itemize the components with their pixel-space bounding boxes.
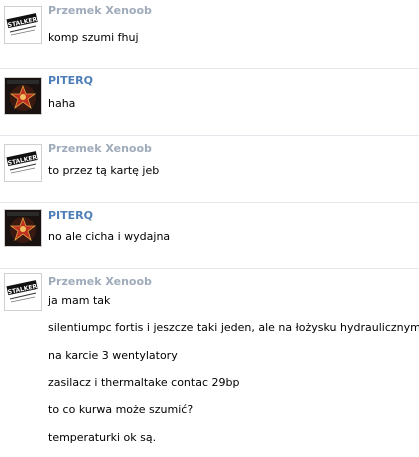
star-emblem-avatar[interactable] bbox=[4, 77, 42, 115]
star-emblem-icon bbox=[5, 210, 41, 246]
star-emblem-icon bbox=[5, 78, 41, 114]
stalker-logo-icon: STALKER bbox=[5, 145, 41, 181]
message-text: silentiumpc fortis i jeszcze taki jeden,… bbox=[48, 321, 419, 334]
chat-history: STALKER Przemek Xenoob komp szumi fhuj P… bbox=[0, 0, 419, 456]
message-text: no ale cicha i wydajna bbox=[48, 230, 171, 243]
message-text: ja mam tak bbox=[48, 294, 111, 307]
message-text: na karcie 3 wentylatory bbox=[48, 349, 178, 362]
message-group: PITERQ no ale cicha i wydajna bbox=[0, 202, 419, 263]
message-text: to przez tą kartę jeb bbox=[48, 164, 160, 177]
message-text: haha bbox=[48, 97, 76, 110]
message-group: STALKER Przemek Xenoob ja mam tak silent… bbox=[0, 268, 419, 457]
sender-name[interactable]: Przemek Xenoob bbox=[48, 4, 152, 17]
sender-name[interactable]: PITERQ bbox=[48, 74, 93, 87]
sender-name[interactable]: Przemek Xenoob bbox=[48, 275, 152, 288]
star-emblem-avatar[interactable] bbox=[4, 209, 42, 247]
message-group: STALKER Przemek Xenoob komp szumi fhuj bbox=[0, 0, 419, 64]
message-group: STALKER Przemek Xenoob to przez tą kartę… bbox=[0, 135, 419, 200]
message-text: zasilacz i thermaltake contac 29bp bbox=[48, 376, 240, 389]
message-text: temperaturki ok są. bbox=[48, 431, 157, 444]
message-text: to co kurwa może szumić? bbox=[48, 403, 194, 416]
message-text: komp szumi fhuj bbox=[48, 31, 139, 44]
stalker-logo-avatar[interactable]: STALKER bbox=[4, 6, 42, 44]
sender-name[interactable]: Przemek Xenoob bbox=[48, 142, 152, 155]
stalker-logo-icon: STALKER bbox=[5, 7, 41, 43]
stalker-logo-avatar[interactable]: STALKER bbox=[4, 144, 42, 182]
stalker-logo-avatar[interactable]: STALKER bbox=[4, 273, 42, 311]
message-group: PITERQ haha bbox=[0, 68, 419, 133]
stalker-logo-icon: STALKER bbox=[5, 274, 41, 310]
sender-name[interactable]: PITERQ bbox=[48, 209, 93, 222]
